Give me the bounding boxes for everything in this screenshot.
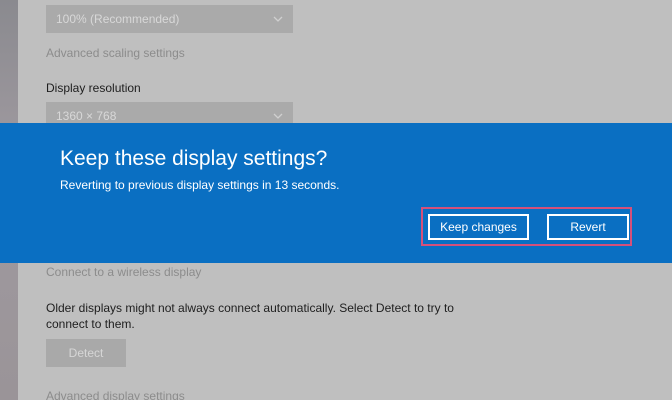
advanced-display-settings-link[interactable]: Advanced display settings: [46, 389, 185, 400]
advanced-scaling-link[interactable]: Advanced scaling settings: [46, 46, 185, 60]
keep-settings-dialog: Keep these display settings? Reverting t…: [0, 123, 672, 263]
scale-dropdown-value: 100% (Recommended): [56, 12, 180, 26]
detect-button[interactable]: Detect: [46, 339, 126, 367]
resolution-dropdown-value: 1360 × 768: [56, 109, 117, 123]
connect-wireless-display-link[interactable]: Connect to a wireless display: [46, 265, 201, 279]
screen: 100% (Recommended) Advanced scaling sett…: [0, 0, 672, 400]
keep-changes-button[interactable]: Keep changes: [428, 214, 529, 240]
detect-description: Older displays might not always connect …: [46, 301, 454, 331]
chevron-down-icon: [273, 113, 283, 119]
display-resolution-label: Display resolution: [46, 81, 141, 95]
chevron-down-icon: [273, 16, 283, 22]
dialog-title: Keep these display settings?: [60, 147, 328, 170]
scale-dropdown[interactable]: 100% (Recommended): [46, 5, 293, 33]
revert-button[interactable]: Revert: [547, 214, 629, 240]
dialog-countdown-message: Reverting to previous display settings i…: [60, 178, 340, 192]
